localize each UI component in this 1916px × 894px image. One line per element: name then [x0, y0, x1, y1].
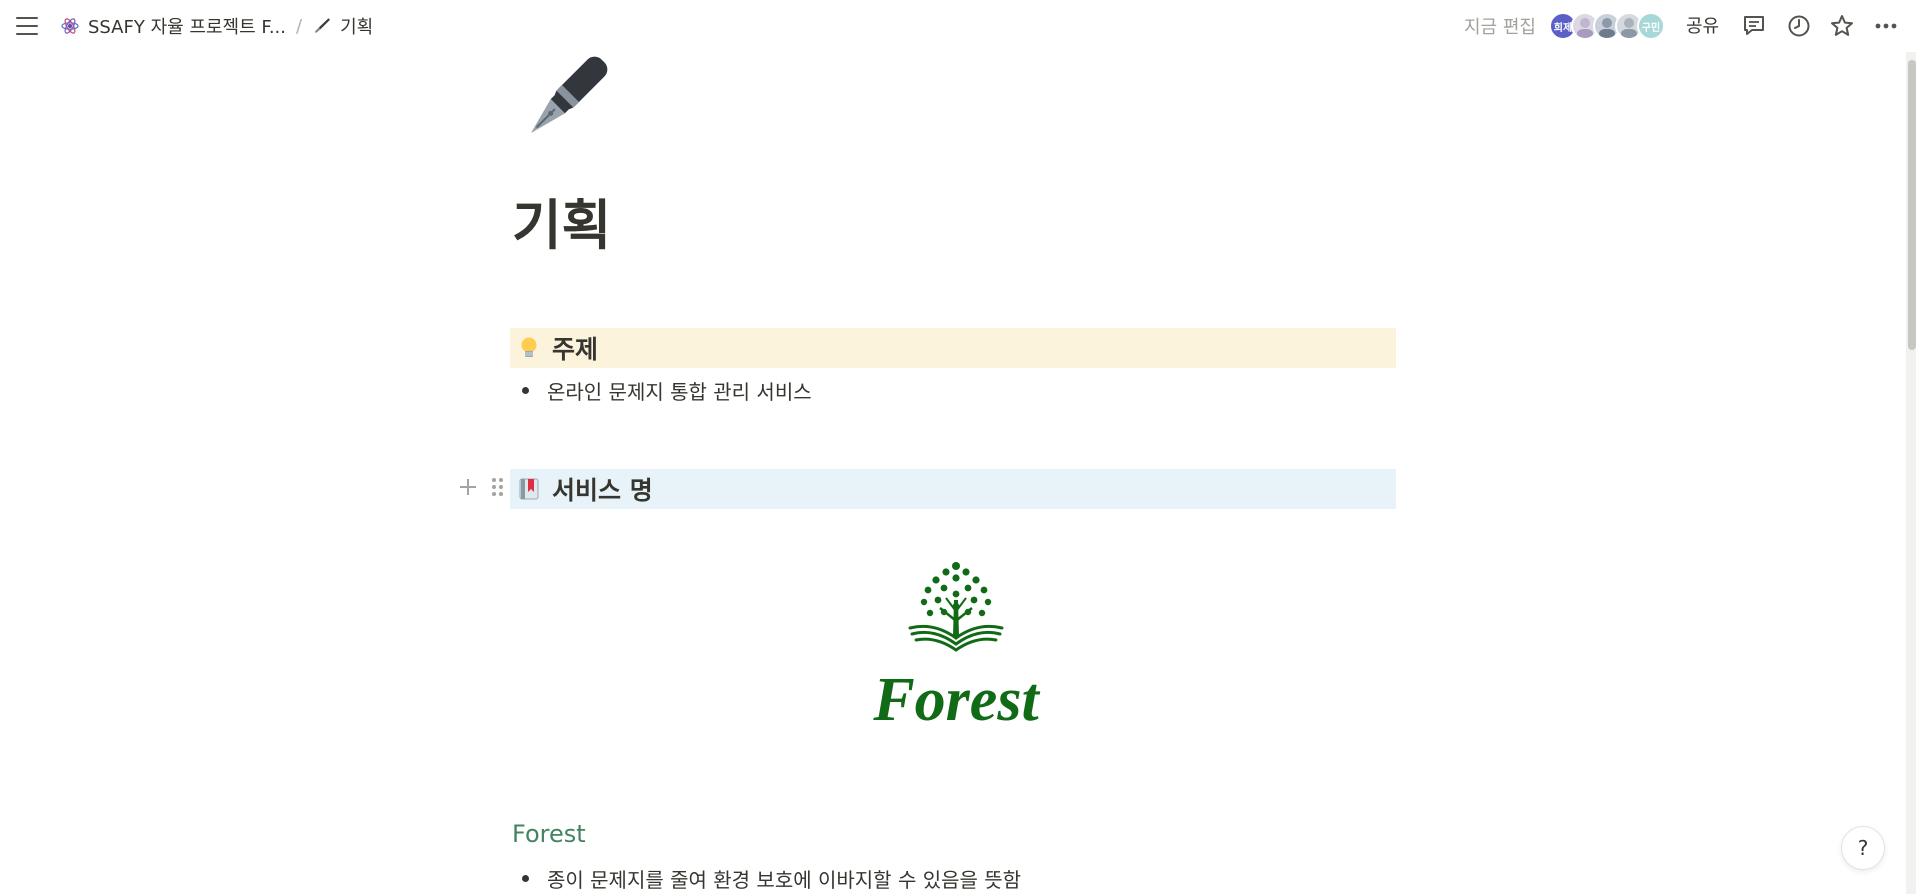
- page-title[interactable]: 기획: [512, 194, 611, 258]
- comment-icon[interactable]: [1741, 13, 1767, 39]
- breadcrumb-current-page[interactable]: 기획: [306, 11, 379, 41]
- forest-logo-image[interactable]: Forest: [860, 560, 1052, 730]
- breadcrumb-separator: /: [296, 15, 303, 37]
- list-item-text: 종이 문제지를 줄여 환경 보호에 이바지할 수 있음을 뜻함: [547, 868, 1022, 892]
- list-item[interactable]: 종이 문제지를 줄여 환경 보호에 이바지할 수 있음을 뜻함: [522, 864, 1021, 893]
- logo-wordmark: Forest: [872, 666, 1040, 730]
- service-name-heading: 서비스 명: [552, 476, 653, 505]
- share-button[interactable]: 공유: [1686, 12, 1719, 38]
- drag-handle-icon[interactable]: [492, 477, 504, 497]
- star-icon[interactable]: [1829, 13, 1855, 39]
- topic-callout[interactable]: 주제: [510, 328, 1396, 368]
- workspace-atom-icon: [61, 18, 79, 34]
- scrollbar-thumb[interactable]: [1908, 60, 1916, 350]
- top-bar: SSAFY 자율 프로젝트 F... / 기획 지금 편집 희제 구민 공유: [0, 0, 1916, 52]
- collaborator-avatars: 희제 구민: [1549, 12, 1667, 40]
- help-button[interactable]: ?: [1841, 826, 1885, 870]
- pen-icon: [314, 18, 331, 33]
- fountain-pen-icon[interactable]: [510, 50, 614, 154]
- bullet-dot: [522, 387, 529, 394]
- more-icon[interactable]: [1873, 13, 1899, 39]
- avatar-initials: 희제: [1553, 22, 1573, 34]
- avatar[interactable]: 구민: [1637, 12, 1665, 40]
- list-item-text: 온라인 문제지 통합 관리 서비스: [547, 380, 812, 404]
- bookmark-icon: [519, 478, 539, 500]
- list-item[interactable]: 온라인 문제지 통합 관리 서비스: [522, 376, 812, 405]
- lightbulb-icon: [521, 337, 537, 357]
- clock-icon[interactable]: [1786, 13, 1812, 39]
- avatar-initials: 구민: [1641, 22, 1661, 34]
- breadcrumb-page-label: 기획: [340, 17, 374, 38]
- topic-heading: 주제: [552, 335, 599, 364]
- block-handles: [458, 477, 504, 497]
- editing-now-status: 지금 편집: [1464, 17, 1536, 38]
- breadcrumb-workspace[interactable]: SSAFY 자율 프로젝트 F...: [54, 11, 292, 41]
- add-block-icon[interactable]: [458, 477, 478, 497]
- service-name-callout[interactable]: 서비스 명: [510, 469, 1396, 509]
- forest-heading[interactable]: Forest: [512, 820, 586, 848]
- bullet-dot: [522, 875, 529, 882]
- breadcrumb-workspace-label: SSAFY 자율 프로젝트 F...: [88, 17, 286, 38]
- breadcrumb: SSAFY 자율 프로젝트 F... / 기획: [54, 12, 379, 40]
- sidebar-menu-button[interactable]: [14, 14, 40, 38]
